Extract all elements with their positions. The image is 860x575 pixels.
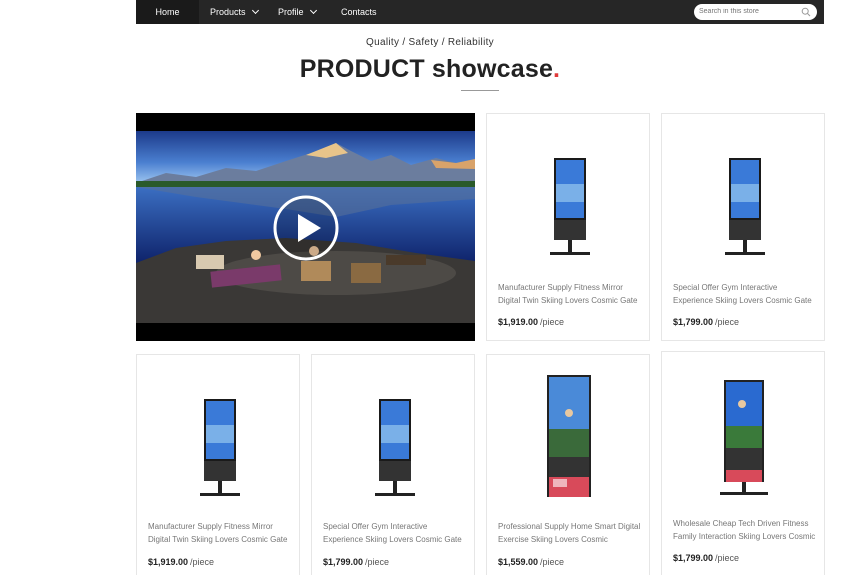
- section-title-text: PRODUCT showcase: [299, 55, 554, 83]
- nav-profile[interactable]: Profile: [278, 0, 317, 24]
- product-card[interactable]: Professional Supply Home Smart Digital E…: [486, 354, 650, 575]
- section-title: PRODUCT showcase.: [0, 55, 860, 84]
- product-name[interactable]: Wholesale Cheap Tech Driven Fitness Fami…: [673, 517, 819, 543]
- nav-home[interactable]: Home: [136, 0, 199, 24]
- price-value: $1,799.00: [673, 553, 714, 563]
- product-price: $1,559.00/piece: [498, 557, 564, 567]
- product-card[interactable]: Wholesale Cheap Tech Driven Fitness Fami…: [661, 351, 825, 575]
- price-unit: /piece: [190, 557, 215, 567]
- nav-products[interactable]: Products: [210, 0, 259, 24]
- product-name[interactable]: Manufacturer Supply Fitness Mirror Digit…: [148, 520, 294, 546]
- kiosk-stand-image: [550, 158, 590, 255]
- price-unit: /piece: [715, 317, 740, 327]
- price-value: $1,799.00: [323, 557, 364, 567]
- price-value: $1,799.00: [673, 317, 714, 327]
- price-unit: /piece: [540, 317, 565, 327]
- product-name[interactable]: Professional Supply Home Smart Digital E…: [498, 520, 644, 546]
- price-value: $1,919.00: [148, 557, 189, 567]
- search-input[interactable]: [694, 4, 817, 20]
- nav-contacts-label: Contacts: [341, 7, 377, 17]
- product-name[interactable]: Special Offer Gym Interactive Experience…: [323, 520, 469, 546]
- kiosk-stand-image: [725, 158, 765, 255]
- title-accent-dot: .: [553, 55, 561, 83]
- product-card[interactable]: Special Offer Gym Interactive Experience…: [661, 113, 825, 341]
- kiosk-stand-image: [200, 399, 240, 496]
- product-price: $1,799.00/piece: [673, 317, 739, 327]
- video-player[interactable]: [136, 113, 475, 341]
- search-icon[interactable]: [801, 7, 811, 17]
- section-tagline: Quality / Safety / Reliability: [366, 37, 494, 48]
- nav-products-label: Products: [210, 7, 246, 17]
- price-unit: /piece: [365, 557, 390, 567]
- product-name[interactable]: Special Offer Gym Interactive Experience…: [673, 281, 819, 307]
- title-divider: [461, 90, 499, 91]
- play-icon[interactable]: [272, 194, 340, 262]
- floor-mirror-image: [547, 375, 591, 497]
- price-value: $1,919.00: [498, 317, 539, 327]
- product-price: $1,919.00/piece: [498, 317, 564, 327]
- product-card[interactable]: Manufacturer Supply Fitness Mirror Digit…: [136, 354, 300, 575]
- nav-contacts[interactable]: Contacts: [341, 0, 377, 24]
- price-value: $1,559.00: [498, 557, 539, 567]
- product-price: $1,919.00/piece: [148, 557, 214, 567]
- product-card[interactable]: Special Offer Gym Interactive Experience…: [311, 354, 475, 575]
- top-bar: Home Products Profile Contacts: [0, 0, 860, 24]
- product-card[interactable]: Manufacturer Supply Fitness Mirror Digit…: [486, 113, 650, 341]
- product-price: $1,799.00/piece: [323, 557, 389, 567]
- price-unit: /piece: [540, 557, 565, 567]
- chevron-down-icon: [251, 6, 259, 15]
- nav-profile-label: Profile: [278, 7, 304, 17]
- product-price: $1,799.00/piece: [673, 553, 739, 563]
- product-name[interactable]: Manufacturer Supply Fitness Mirror Digit…: [498, 281, 644, 307]
- kiosk-stand-image: [375, 399, 415, 496]
- floor-mirror-image: [720, 380, 768, 495]
- chevron-down-icon: [309, 6, 317, 15]
- price-unit: /piece: [715, 553, 740, 563]
- nav-home-label: Home: [155, 7, 180, 17]
